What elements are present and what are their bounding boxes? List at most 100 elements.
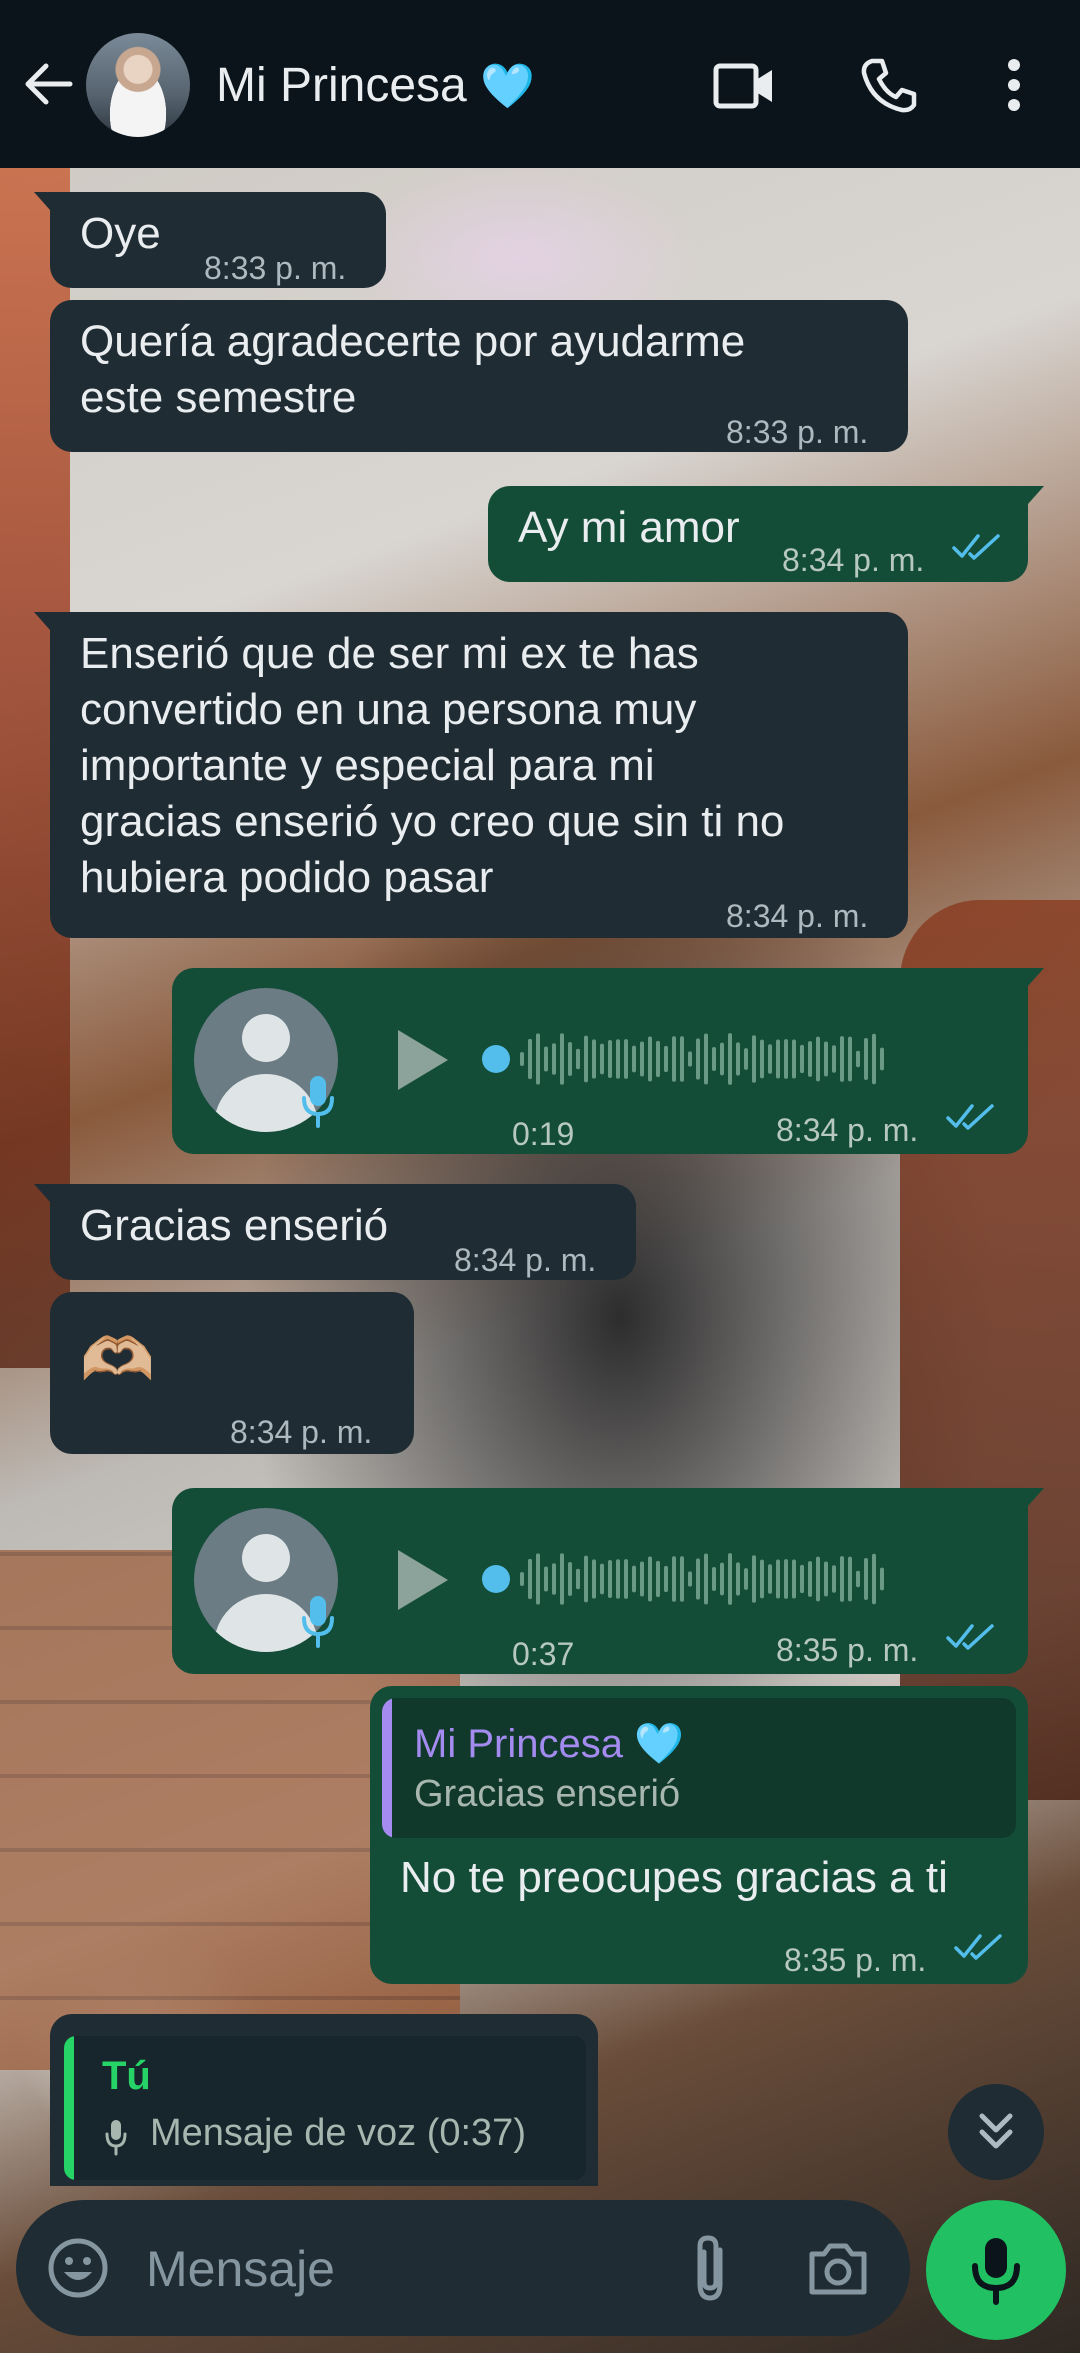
waveform-bar <box>792 1559 796 1599</box>
waveform-bar <box>608 1560 612 1598</box>
reply-bar <box>64 2036 74 2180</box>
playback-position-dot <box>482 1565 510 1593</box>
waveform-bar <box>808 1041 812 1077</box>
waveform-bar <box>704 1033 708 1085</box>
waveform-bar <box>664 1565 668 1593</box>
waveform-bar <box>736 1042 740 1076</box>
waveform-bar <box>592 1039 596 1079</box>
waveform-bar <box>560 1033 564 1085</box>
message-text: Gracias enserió <box>80 1201 389 1250</box>
waveform-bar <box>728 1553 732 1605</box>
phone-call-icon[interactable] <box>858 55 918 115</box>
waveform-bar <box>616 1039 620 1079</box>
read-ticks-icon <box>952 534 1000 560</box>
play-icon[interactable] <box>398 1550 448 1610</box>
waveform-bar <box>656 1040 660 1078</box>
waveform-bar <box>624 1039 628 1079</box>
waveform-bar <box>576 1568 580 1590</box>
waveform-bar <box>688 1051 692 1067</box>
waveform-bar <box>632 1565 636 1593</box>
message-input[interactable] <box>144 2240 668 2298</box>
message-time: 8:34 p. m. <box>782 542 925 578</box>
waveform-bar <box>832 1045 836 1073</box>
waveform-bar <box>536 1033 540 1085</box>
message-incoming[interactable]: Oye 8:33 p. m. <box>34 192 386 288</box>
scroll-to-bottom-button[interactable] <box>948 2084 1044 2180</box>
playback-position-dot <box>482 1045 510 1073</box>
message-text: Ay mi amor <box>518 503 740 552</box>
message-time: 8:34 p. m. <box>454 1242 597 1278</box>
reply-preview-content: Tú Mensaje de voz (0:37) <box>64 2036 586 2180</box>
waveform-bar <box>744 1048 748 1070</box>
waveform-bar <box>552 1563 556 1595</box>
waveform-bar <box>824 1561 828 1597</box>
play-icon[interactable] <box>398 1030 448 1090</box>
back-arrow-icon[interactable] <box>20 56 76 112</box>
message-outgoing[interactable]: Ay mi amor 8:34 p. m. <box>488 486 1044 582</box>
quoted-sender: Mi Princesa 🩵 <box>414 1722 684 1766</box>
message-incoming[interactable]: Gracias enserió 8:34 p. m. <box>34 1184 636 1280</box>
waveform-bar <box>752 1035 756 1083</box>
message-incoming[interactable]: Enserió que de ser mi ex te has converti… <box>34 612 908 938</box>
quote-bar <box>382 1698 392 1838</box>
voice-message-outgoing[interactable]: 0:19 8:34 p. m. <box>172 968 1044 1154</box>
contact-name[interactable]: Mi Princesa 🩵 <box>216 58 535 115</box>
microphone-icon <box>302 1596 334 1648</box>
heart-emoji: 🩵 <box>634 1722 684 1766</box>
waveform-bar <box>696 1038 700 1080</box>
waveform-bar <box>864 1038 868 1080</box>
waveform-bar <box>568 1041 572 1077</box>
message-text: Oye <box>80 209 161 258</box>
camera-icon[interactable] <box>806 2238 870 2298</box>
voice-message-outgoing[interactable]: 0:37 8:35 p. m. <box>172 1488 1044 1674</box>
waveform-bar <box>744 1568 748 1590</box>
waveform-bar <box>704 1553 708 1605</box>
microphone-icon <box>302 1076 334 1128</box>
waveform-bar <box>640 1041 644 1077</box>
waveform-bar <box>584 1035 588 1083</box>
waveform-bar <box>680 1036 684 1082</box>
waveform-bar <box>816 1036 820 1082</box>
waveform-bar <box>664 1045 668 1073</box>
waveform-bar <box>656 1560 660 1598</box>
read-ticks-icon <box>954 1934 1002 1960</box>
voice-waveform[interactable] <box>480 1018 900 1100</box>
more-options-icon[interactable] <box>1000 55 1028 115</box>
waveform-bar <box>528 1038 532 1080</box>
message-incoming[interactable]: 🫶🏼 8:34 p. m. <box>50 1292 414 1454</box>
waveform-bar <box>768 1044 772 1074</box>
waveform-bar <box>584 1555 588 1603</box>
waveform-bar <box>608 1040 612 1078</box>
waveform-bar <box>576 1048 580 1070</box>
waveform-bar <box>680 1556 684 1602</box>
waveform-bar <box>624 1559 628 1599</box>
waveform-bar <box>800 1044 804 1074</box>
waveform-bar <box>648 1036 652 1082</box>
emoji-icon[interactable] <box>46 2236 110 2300</box>
message-incoming[interactable]: Quería agradecerte por ayudarme este sem… <box>50 300 908 452</box>
reply-sender: Tú <box>102 2054 151 2098</box>
record-voice-button[interactable] <box>926 2200 1066 2340</box>
waveform-bar <box>712 1567 716 1591</box>
voice-waveform[interactable] <box>480 1538 900 1620</box>
waveform-bar <box>736 1562 740 1596</box>
video-call-icon[interactable] <box>712 58 776 114</box>
waveform-bar <box>776 1559 780 1599</box>
waveform-bar <box>784 1559 788 1599</box>
waveform-bar <box>520 1052 524 1066</box>
reply-preview[interactable]: Tú Mensaje de voz (0:37) <box>50 2014 598 2186</box>
contact-avatar[interactable] <box>86 33 190 137</box>
waveform-bar <box>712 1047 716 1071</box>
message-text: Enserió que de ser mi ex te has converti… <box>80 629 785 902</box>
waveform-bar <box>720 1042 724 1076</box>
quoted-message[interactable]: Mi Princesa 🩵 Gracias enserió <box>382 1698 1016 1838</box>
reply-text: Mensaje de voz (0:37) <box>150 2112 526 2154</box>
waveform-bar <box>760 1039 764 1079</box>
waveform-bar <box>552 1043 556 1075</box>
reply-message-outgoing[interactable]: Mi Princesa 🩵 Gracias enserió No te preo… <box>370 1686 1028 1984</box>
waveform-bar <box>592 1559 596 1599</box>
waveform-bar <box>824 1041 828 1077</box>
read-ticks-icon <box>946 1624 994 1650</box>
paperclip-icon[interactable] <box>686 2232 734 2304</box>
message-time: 8:35 p. m. <box>784 1942 927 1978</box>
